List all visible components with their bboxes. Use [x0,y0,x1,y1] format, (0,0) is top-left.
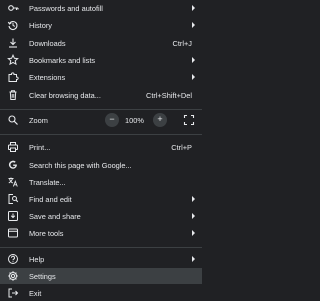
find-icon [7,193,19,205]
zoom-label: Zoom [29,115,48,125]
menu-item-label: Extensions [29,72,66,82]
menu-item-extensions[interactable]: Extensions [0,69,202,85]
menu-item-zoom: Zoom − 100% + [0,112,202,128]
chrome-menu: Passwords and autofill History Downloads… [0,0,202,300]
key-icon [7,2,19,14]
menu-item-translate[interactable]: Translate... [0,174,202,190]
zoom-in-button[interactable]: + [153,113,167,127]
save-icon [7,210,19,222]
fullscreen-icon[interactable] [183,114,195,126]
shortcut-text: Ctrl+P [171,142,192,152]
zoom-icon [7,114,19,126]
menu-item-label: History [29,20,52,30]
menu-item-label: Save and share [29,211,81,221]
shortcut-text: Ctrl+J [172,38,192,48]
submenu-arrow-icon [192,196,195,202]
menu-divider [0,247,202,248]
tools-icon [7,227,19,239]
menu-item-label: Downloads [29,38,66,48]
exit-icon [7,287,19,299]
menu-item-search-with-google[interactable]: Search this page with Google... [0,157,202,173]
shortcut-text: Ctrl+Shift+Del [145,90,192,100]
menu-item-save-and-share[interactable]: Save and share [0,208,202,224]
google-icon [7,159,19,171]
translate-icon [7,176,19,188]
submenu-arrow-icon [192,22,195,28]
submenu-arrow-icon [192,5,195,11]
menu-item-label: Translate... [29,177,66,187]
trash-icon [7,89,19,101]
menu-divider [0,109,202,110]
menu-item-find-and-edit[interactable]: Find and edit [0,191,202,207]
menu-item-bookmarks[interactable]: Bookmarks and lists [0,52,202,68]
menu-item-label: Search this page with Google... [29,160,132,170]
submenu-arrow-icon [192,74,195,80]
submenu-arrow-icon [192,230,195,236]
submenu-arrow-icon [192,256,195,262]
help-icon [7,253,19,265]
menu-item-more-tools[interactable]: More tools [0,225,202,241]
menu-item-settings[interactable]: Settings [0,268,202,284]
star-icon [7,54,19,66]
menu-item-label: Help [29,254,45,264]
zoom-control: − 100% + [103,112,173,128]
zoom-value: 100% [125,116,144,125]
printer-icon [7,141,19,153]
menu-divider [0,134,202,135]
menu-item-help[interactable]: Help [0,251,202,267]
submenu-arrow-icon [192,57,195,63]
history-icon [7,19,19,31]
menu-item-label: Settings [29,271,56,281]
menu-item-label: Clear browsing data... [29,90,101,100]
menu-item-label: More tools [29,228,64,238]
menu-item-passwords[interactable]: Passwords and autofill [0,0,202,16]
menu-item-label: Exit [29,288,42,298]
menu-item-exit[interactable]: Exit [0,285,202,301]
menu-item-label: Bookmarks and lists [29,55,96,65]
download-icon [7,37,19,49]
menu-item-label: Print... [29,142,51,152]
gear-icon [7,270,19,282]
puzzle-icon [7,71,19,83]
menu-item-print[interactable]: Print... Ctrl+P [0,139,202,155]
menu-item-label: Passwords and autofill [29,3,103,13]
menu-item-history[interactable]: History [0,17,202,33]
zoom-out-button[interactable]: − [105,113,119,127]
menu-item-label: Find and edit [29,194,72,204]
menu-item-clear-browsing-data[interactable]: Clear browsing data... Ctrl+Shift+Del [0,87,202,103]
menu-item-downloads[interactable]: Downloads Ctrl+J [0,35,202,51]
submenu-arrow-icon [192,213,195,219]
